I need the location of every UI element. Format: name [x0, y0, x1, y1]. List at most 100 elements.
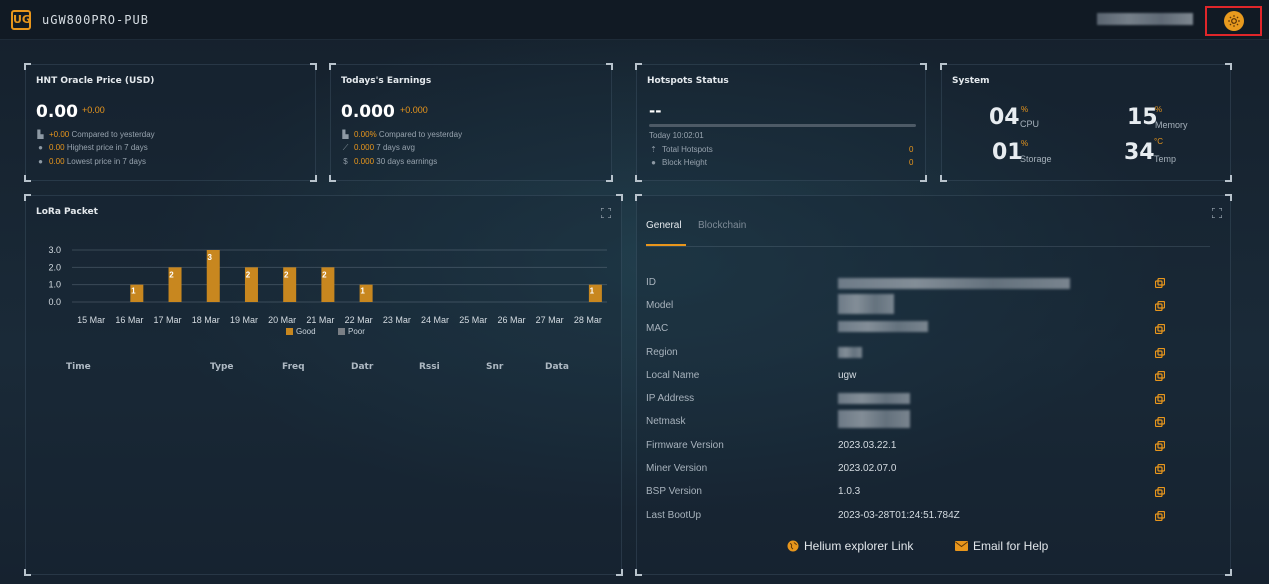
- legend-label-poor: Poor: [348, 327, 365, 336]
- chart-icon: ▙: [37, 130, 44, 139]
- detail-label-region: Region: [646, 347, 678, 358]
- cpu-unit: %: [1021, 105, 1029, 114]
- copy-icon[interactable]: [1155, 511, 1165, 521]
- hotspots-row: ⇡ Total Hotspots: [650, 145, 713, 154]
- copy-icon[interactable]: [1155, 371, 1165, 381]
- detail-label-mac: MAC: [646, 323, 669, 334]
- legend-label-good: Good: [296, 327, 316, 336]
- detail-value-id-redacted: [838, 278, 1070, 289]
- email-help-link-label: Email for Help: [973, 539, 1049, 553]
- detail-value-bsp: 1.0.3: [838, 486, 861, 497]
- x-tick-label: 16 Mar: [115, 315, 143, 325]
- hnt-row: ● 0.00 Lowest price in 7 days: [36, 157, 146, 166]
- hotspots-total-value: 0: [909, 145, 914, 154]
- tab-divider: [646, 246, 1210, 247]
- earnings-value: 0.000: [341, 102, 395, 122]
- table-header-data: Data: [545, 362, 569, 372]
- copy-icon[interactable]: [1155, 464, 1165, 474]
- table-header-type: Type: [210, 362, 234, 372]
- bar-data-label: 1: [131, 287, 136, 296]
- x-tick-label: 26 Mar: [497, 315, 525, 325]
- table-header-snr: Snr: [486, 362, 504, 372]
- detail-label-miner: Miner Version: [646, 463, 708, 474]
- app-title: uGW800PRO-PUB: [42, 13, 149, 27]
- dollar-icon: $: [343, 157, 348, 166]
- bar-data-label: 2: [322, 270, 327, 279]
- y-tick-label: 2.0: [48, 262, 61, 272]
- copy-icon[interactable]: [1155, 394, 1165, 404]
- table-header-freq: Freq: [282, 362, 305, 372]
- chart-icon: ▙: [342, 130, 349, 139]
- earnings-row: ▙ 0.00% Compared to yesterday: [342, 130, 463, 139]
- system-title: System: [952, 76, 990, 86]
- top-bar: UG uGW800PRO-PUB: [0, 0, 1269, 40]
- helium-explorer-link[interactable]: Helium explorer Link: [787, 539, 913, 553]
- storage-label: Storage: [1020, 154, 1052, 164]
- memory-value: 15: [1127, 105, 1158, 130]
- lora-packet-chart: 0.0 1.0 2.0 3.0 15 Mar 16 Mar 1 17 Mar 2 18 Mar 3 1…: [48, 245, 607, 336]
- globe-icon: [787, 540, 799, 552]
- bar-data-label: 3: [208, 253, 213, 262]
- detail-value-ip-redacted: [838, 393, 910, 404]
- bar-data-label: 2: [284, 270, 289, 279]
- expand-icon[interactable]: [1212, 208, 1222, 218]
- copy-icon[interactable]: [1155, 441, 1165, 451]
- email-help-link[interactable]: Email for Help: [955, 539, 1048, 553]
- detail-value-netmask-redacted: [838, 410, 910, 428]
- detail-label-netmask: Netmask: [646, 416, 686, 427]
- arrow-down-icon: ●: [38, 157, 43, 166]
- detail-value-mac-redacted: [838, 321, 928, 332]
- system-panel: System 04 % CPU 15 % Memory 01 % Storage…: [940, 63, 1232, 182]
- detail-value-last-bootup: 2023-03-28T01:24:51.784Z: [838, 510, 960, 521]
- earnings-delta: +0.000: [400, 105, 428, 115]
- memory-unit: %: [1155, 105, 1163, 114]
- legend-swatch-good: [286, 328, 293, 335]
- settings-button[interactable]: [1224, 11, 1244, 31]
- memory-label: Memory: [1155, 120, 1188, 130]
- x-tick-label: 17 Mar: [154, 315, 182, 325]
- x-tick-label: 18 Mar: [192, 315, 220, 325]
- temp-value: 34: [1124, 140, 1155, 165]
- x-tick-label: 27 Mar: [536, 315, 564, 325]
- storage-unit: %: [1021, 139, 1029, 148]
- table-header-datr: Datr: [351, 362, 374, 372]
- bar-data-label: 1: [590, 287, 595, 296]
- hnt-value: 0.00: [36, 102, 78, 122]
- cpu-label: CPU: [1020, 119, 1040, 129]
- detail-label-model: Model: [646, 300, 674, 311]
- copy-icon[interactable]: [1155, 278, 1165, 288]
- x-tick-label: 25 Mar: [459, 315, 487, 325]
- detail-label-id: ID: [646, 277, 656, 288]
- earnings-title: Todays's Earnings: [341, 76, 432, 86]
- gear-icon: [1228, 15, 1240, 27]
- copy-icon[interactable]: [1155, 324, 1165, 334]
- app-logo: UG: [11, 10, 31, 30]
- copy-icon[interactable]: [1155, 348, 1165, 358]
- table-header-rssi: Rssi: [419, 362, 440, 372]
- hotspots-title: Hotspots Status: [647, 76, 729, 86]
- bar-data-label: 2: [169, 270, 174, 279]
- temp-label: Temp: [1154, 154, 1177, 164]
- detail-value-local-name: ugw: [838, 370, 857, 381]
- detail-value-miner: 2023.02.07.0: [838, 463, 897, 474]
- expand-icon[interactable]: [601, 208, 611, 218]
- settings-highlight-box: [1205, 6, 1262, 36]
- hnt-row: ▙ +0.00 Compared to yesterday: [37, 130, 155, 139]
- y-tick-label: 0.0: [48, 297, 61, 307]
- temp-unit: °C: [1154, 137, 1163, 146]
- mail-icon: [955, 541, 968, 551]
- copy-icon[interactable]: [1155, 301, 1165, 311]
- hotspots-time: Today 10:02:01: [649, 131, 704, 140]
- y-tick-label: 1.0: [48, 280, 61, 290]
- bar-data-label: 2: [246, 270, 251, 279]
- tab-blockchain[interactable]: Blockchain: [698, 220, 746, 231]
- tab-general[interactable]: General: [646, 220, 682, 231]
- copy-icon[interactable]: [1155, 417, 1165, 427]
- copy-icon[interactable]: [1155, 487, 1165, 497]
- hotspot-icon: ⇡: [650, 145, 657, 154]
- cpu-value: 04: [989, 105, 1020, 130]
- x-tick-label: 24 Mar: [421, 315, 449, 325]
- bar-data-label: 1: [360, 287, 365, 296]
- hnt-row: ● 0.00 Highest price in 7 days: [36, 143, 148, 152]
- x-tick-label: 28 Mar: [574, 315, 602, 325]
